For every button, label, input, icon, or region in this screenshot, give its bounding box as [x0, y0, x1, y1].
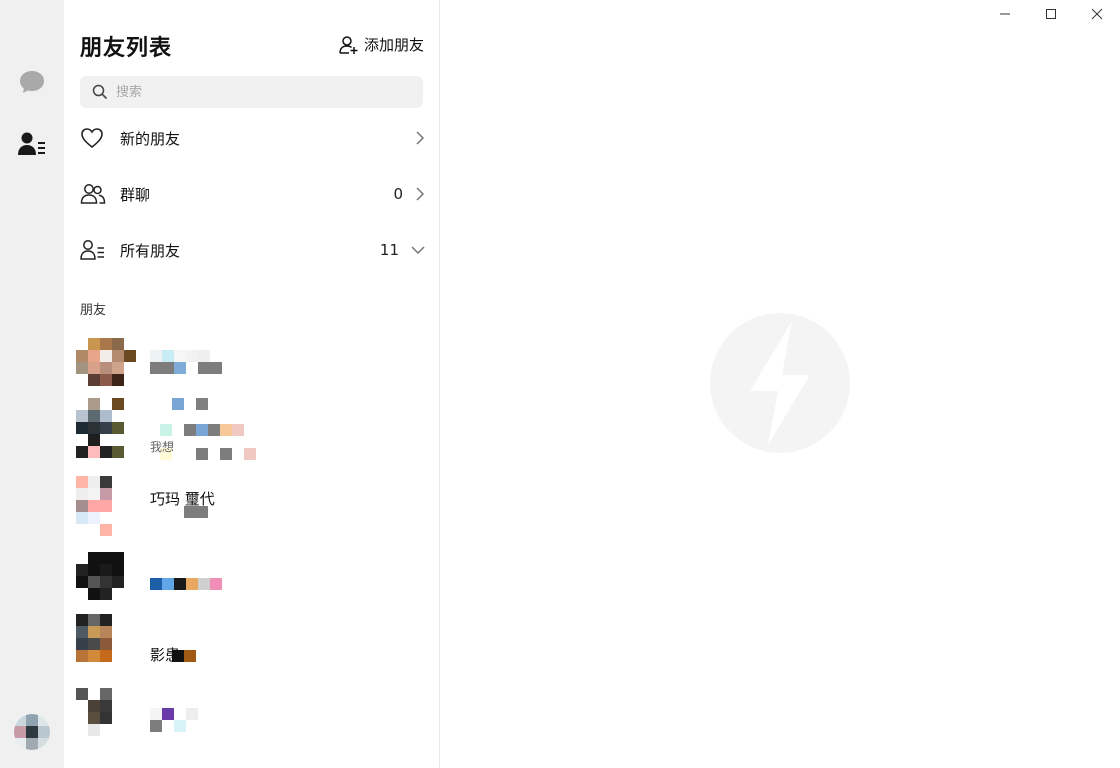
- menu-label: 所有朋友: [120, 241, 181, 260]
- search-input[interactable]: [114, 83, 408, 101]
- heart-icon: [81, 128, 103, 149]
- main-content-area: [440, 0, 1120, 768]
- section-label-friends: 朋友: [80, 303, 107, 318]
- censored-name: [172, 398, 208, 410]
- friend-item[interactable]: 我想: [76, 398, 426, 460]
- friend-item[interactable]: 影患: [76, 614, 426, 674]
- chat-bubble-icon: [20, 71, 44, 93]
- minimize-icon: [1000, 13, 1010, 15]
- friend-avatar: [76, 552, 136, 612]
- friend-name: 影患: [150, 646, 181, 664]
- friend-item[interactable]: [76, 552, 426, 612]
- search-box[interactable]: [80, 76, 423, 108]
- contacts-list-icon: [80, 240, 104, 260]
- censored-name: [150, 350, 210, 362]
- menu-count: 11: [379, 241, 399, 259]
- friend-avatar: [76, 614, 136, 674]
- chat-tab-button[interactable]: [12, 62, 52, 102]
- chevron-down-icon: [411, 246, 425, 255]
- nav-rail: [0, 0, 64, 768]
- censored-subtitle: [150, 720, 186, 732]
- add-friend-label: 添加朋友: [363, 36, 424, 54]
- group-icon: [80, 184, 106, 204]
- contacts-tab-button[interactable]: [12, 124, 52, 164]
- censored-subtitle: [150, 362, 222, 374]
- friend-avatar: [76, 476, 136, 536]
- window-controls: [982, 0, 1120, 28]
- friends-panel: 朋友列表 添加朋友 新的朋友: [64, 0, 440, 768]
- contacts-icon: [18, 132, 45, 155]
- chevron-right-icon: [416, 131, 425, 145]
- menu-count: 0: [393, 185, 403, 203]
- menu-all-friends[interactable]: 所有朋友 11: [80, 230, 425, 270]
- maximize-button[interactable]: [1028, 0, 1074, 28]
- add-friend-button[interactable]: 添加朋友: [339, 34, 424, 55]
- app-logo-icon: [710, 313, 850, 453]
- censored-subtitle: [160, 448, 256, 460]
- menu-label: 群聊: [120, 185, 151, 204]
- my-avatar[interactable]: [14, 714, 50, 750]
- chevron-right-icon: [416, 187, 425, 201]
- close-button[interactable]: [1074, 0, 1120, 28]
- close-icon: [1091, 8, 1103, 20]
- censored-name: [160, 424, 244, 436]
- friend-item[interactable]: [76, 338, 426, 398]
- friend-name: 巧玛 璽代: [150, 490, 215, 508]
- friend-item[interactable]: [76, 688, 426, 748]
- friend-item[interactable]: 巧玛 璽代: [76, 476, 426, 536]
- friend-avatar: [76, 688, 136, 748]
- menu-label: 新的朋友: [120, 129, 181, 148]
- censored-name: [150, 708, 198, 720]
- minimize-button[interactable]: [982, 0, 1028, 28]
- page-title: 朋友列表: [80, 36, 173, 61]
- search-icon: [92, 84, 108, 100]
- friend-avatar: [76, 338, 136, 398]
- censored-name: [150, 578, 222, 590]
- maximize-icon: [1046, 9, 1056, 19]
- add-user-icon: [339, 35, 358, 54]
- menu-group-chats[interactable]: 群聊 0: [80, 174, 425, 214]
- friend-avatar: [76, 398, 136, 458]
- friend-subtitle: 我想: [150, 440, 175, 454]
- menu-new-friends[interactable]: 新的朋友: [80, 118, 425, 158]
